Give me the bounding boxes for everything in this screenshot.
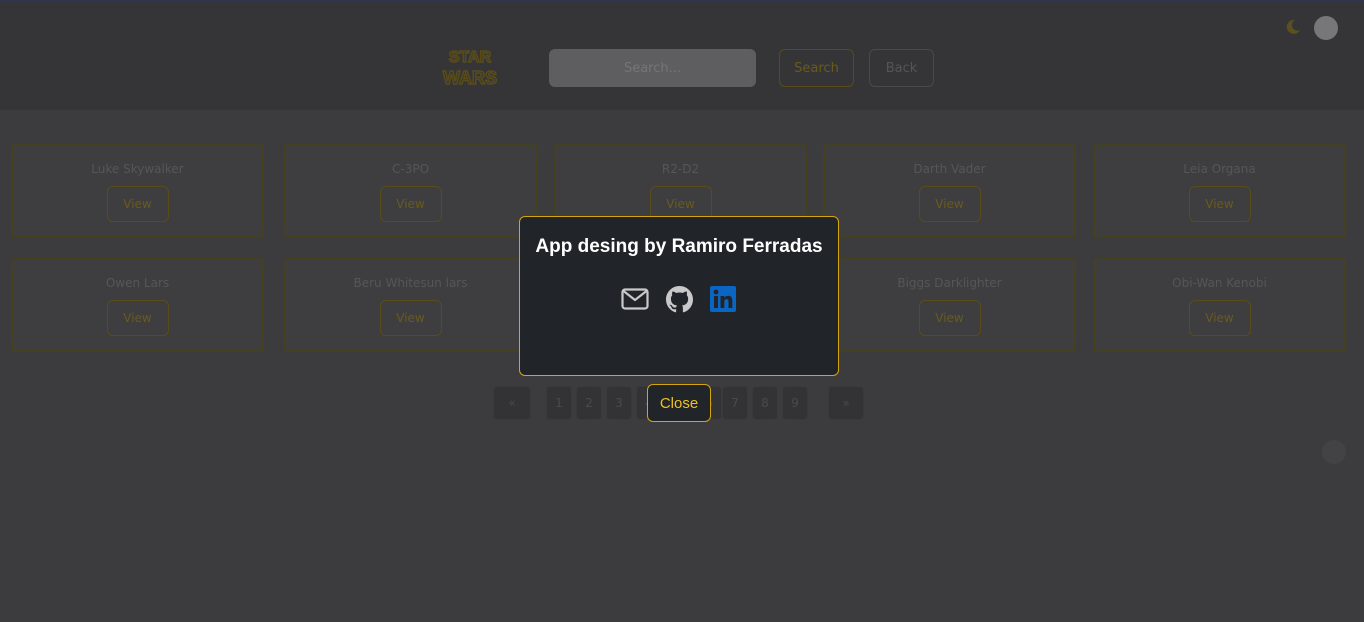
view-button[interactable]: View — [106, 186, 169, 222]
next-page-button[interactable]: » — [828, 386, 864, 420]
svg-text:STAR: STAR — [449, 49, 492, 66]
view-button[interactable]: View — [918, 300, 981, 336]
scroll-top-button[interactable] — [1322, 440, 1346, 464]
character-name: Owen Lars — [105, 276, 170, 290]
character-name: R2-D2 — [661, 162, 700, 176]
github-icon[interactable] — [665, 285, 693, 312]
search-button[interactable]: Search — [779, 49, 854, 87]
character-name: Obi-Wan Kenobi — [1172, 276, 1267, 290]
page-button[interactable]: 1 — [546, 386, 572, 420]
prev-page-button[interactable]: « — [493, 386, 531, 420]
view-button[interactable]: View — [106, 300, 169, 336]
character-card: Biggs Darklighter View — [823, 258, 1076, 352]
view-button[interactable]: View — [1188, 186, 1251, 222]
character-name: Biggs Darklighter — [897, 276, 1002, 290]
character-name: Beru Whitesun lars — [353, 276, 468, 290]
svg-text:WARS: WARS — [443, 68, 497, 88]
view-button[interactable]: View — [918, 186, 981, 222]
linkedin-icon[interactable] — [709, 286, 737, 312]
character-card: Darth Vader View — [823, 144, 1076, 238]
character-name: C-3PO — [391, 162, 430, 176]
character-card: Obi-Wan Kenobi View — [1093, 258, 1346, 352]
close-button[interactable]: Close — [647, 384, 711, 422]
character-name: Luke Skywalker — [91, 162, 184, 176]
page-button[interactable]: 7 — [722, 386, 748, 420]
view-button[interactable]: View — [379, 300, 442, 336]
star-wars-logo[interactable]: STAR WARS — [410, 42, 530, 92]
header: STAR WARS Search Back — [0, 2, 1364, 110]
avatar[interactable] — [1314, 16, 1338, 40]
envelope-icon[interactable] — [621, 286, 649, 312]
about-modal: App desing by Ramiro Ferradas — [519, 216, 839, 376]
moon-icon[interactable] — [1284, 18, 1302, 36]
page-button[interactable]: 9 — [782, 386, 808, 420]
character-card: Beru Whitesun lars View — [284, 258, 537, 352]
character-name: Leia Organa — [1183, 162, 1256, 176]
search-input[interactable] — [549, 49, 756, 87]
back-button[interactable]: Back — [869, 49, 934, 87]
character-card: Luke Skywalker View — [11, 144, 264, 238]
character-card: C-3PO View — [284, 144, 537, 238]
modal-title: App desing by Ramiro Ferradas — [535, 236, 823, 257]
view-button[interactable]: View — [379, 186, 442, 222]
page-button[interactable]: 8 — [752, 386, 778, 420]
character-card: Owen Lars View — [11, 258, 264, 352]
character-name: Darth Vader — [913, 162, 986, 176]
character-card: Leia Organa View — [1093, 144, 1346, 238]
view-button[interactable]: View — [1188, 300, 1251, 336]
page-button[interactable]: 2 — [576, 386, 602, 420]
page-button[interactable]: 3 — [606, 386, 632, 420]
social-links — [520, 285, 838, 312]
